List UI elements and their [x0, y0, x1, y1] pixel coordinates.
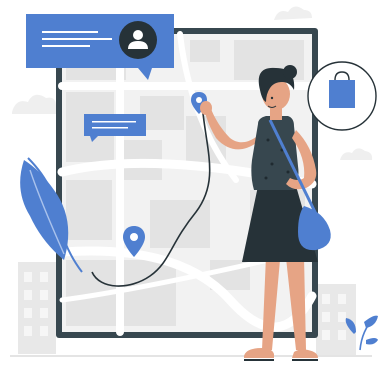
illustration-scene	[10, 6, 378, 361]
shopping-bag-bubble	[307, 61, 377, 131]
